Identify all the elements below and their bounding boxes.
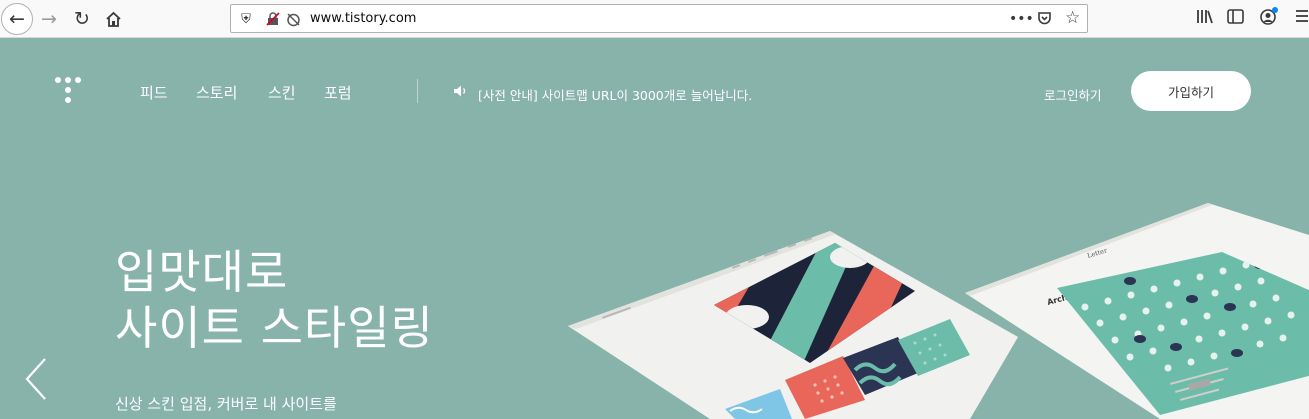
sidebar-icon[interactable]: [1227, 9, 1244, 28]
address-bar[interactable]: ⛨ www.tistory.com ••• ☆: [230, 4, 1088, 33]
menu-icon[interactable]: [1296, 9, 1308, 27]
login-link[interactable]: 로그인하기: [1044, 85, 1102, 104]
forward-button[interactable]: →: [33, 3, 65, 35]
hero-title-line2: 사이트 스타일링: [115, 301, 434, 355]
hero-title-line1: 입맛대로: [115, 245, 289, 299]
hero-subtitle: 신상 스킨 입점, 커버로 내 사이트를: [115, 395, 337, 413]
reload-button[interactable]: ↻: [66, 3, 98, 35]
page-actions-icon[interactable]: •••: [1009, 11, 1034, 27]
notification-dot: [1272, 7, 1278, 13]
speaker-icon: [454, 85, 466, 97]
tistory-logo[interactable]: [55, 77, 81, 105]
notice-text[interactable]: [사전 안내] 사이트맵 URL이 3000개로 늘어납니다.: [478, 85, 752, 104]
library-icon[interactable]: [1196, 9, 1213, 28]
arrow-left-icon: ←: [9, 8, 25, 30]
home-icon: [105, 11, 121, 27]
insecure-lock-icon[interactable]: [264, 11, 282, 27]
header-divider: [417, 79, 418, 103]
pocket-icon[interactable]: [1037, 11, 1052, 30]
signup-button[interactable]: 가입하기: [1131, 71, 1251, 111]
nav-forum[interactable]: 포럼: [324, 82, 352, 103]
bookmark-star-icon[interactable]: ☆: [1065, 8, 1080, 28]
url-text[interactable]: www.tistory.com: [310, 11, 416, 26]
hero-title: 입맛대로 사이트 스타일링: [115, 244, 434, 356]
nav-story[interactable]: 스토리: [196, 82, 237, 103]
nav-feed[interactable]: 피드: [140, 82, 168, 103]
home-button[interactable]: [97, 3, 129, 35]
reload-icon: ↻: [74, 8, 90, 30]
nav-skin[interactable]: 스킨: [268, 82, 296, 103]
shield-icon[interactable]: ⛨: [237, 11, 255, 27]
back-button[interactable]: ←: [1, 3, 33, 35]
autoplay-blocked-icon[interactable]: [284, 11, 302, 27]
signup-label: 가입하기: [1167, 84, 1214, 100]
browser-toolbar: ← → ↻ ⛨ www.tistory.com ••• ☆: [0, 0, 1309, 38]
carousel-prev-icon[interactable]: [23, 357, 49, 401]
skin-preview-illustration: Letter Architectural Issues: [568, 203, 1309, 419]
arrow-right-icon: →: [41, 8, 57, 30]
